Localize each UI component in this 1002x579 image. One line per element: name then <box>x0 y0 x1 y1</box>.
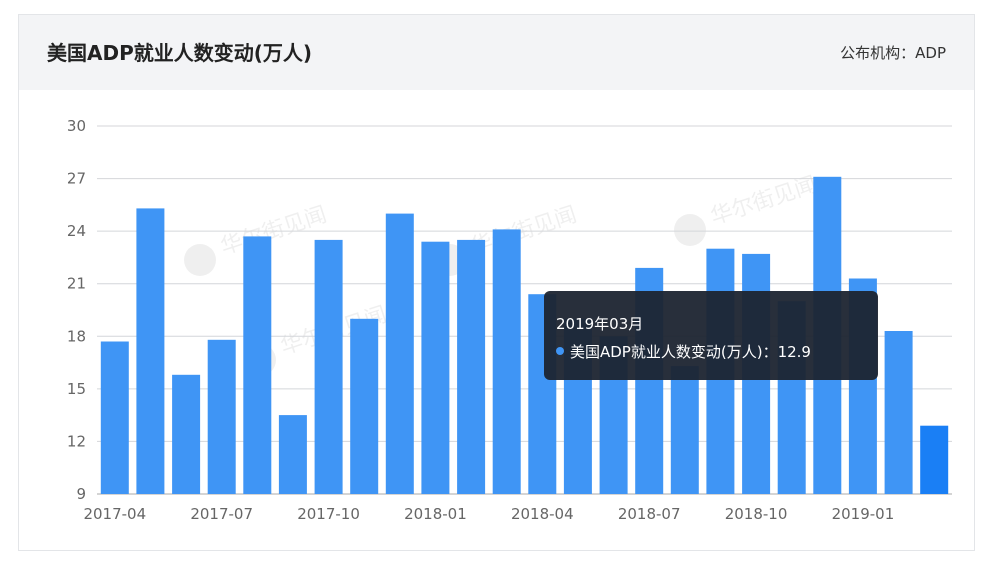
bar[interactable] <box>136 208 165 494</box>
bar[interactable] <box>350 318 379 494</box>
x-tick-label: 2017-07 <box>190 505 253 523</box>
watermark: 华尔街见闻 <box>674 172 820 246</box>
bar[interactable] <box>314 239 343 494</box>
wallstreetcn-logo-icon <box>184 244 216 276</box>
tooltip-value: 12.9 <box>777 343 811 361</box>
chart-tooltip: 2019年03月 美国ADP就业人数变动(万人)：12.9 <box>544 291 878 380</box>
bar[interactable] <box>670 366 699 494</box>
bar[interactable] <box>207 339 236 494</box>
bar[interactable] <box>172 374 201 494</box>
tooltip-title: 2019年03月 <box>556 315 644 333</box>
bar[interactable] <box>385 213 414 494</box>
y-axis-labels: 9 12 15 18 21 24 27 30 <box>67 117 86 503</box>
bar[interactable] <box>920 425 949 494</box>
y-tick-label: 15 <box>67 380 86 398</box>
y-tick-label: 30 <box>67 117 86 135</box>
bar[interactable] <box>100 341 129 495</box>
x-tick-label: 2019-01 <box>832 505 895 523</box>
x-tick-label: 2018-04 <box>511 505 574 523</box>
watermark-text: 华尔街见闻 <box>708 172 820 230</box>
x-tick-label: 2017-04 <box>83 505 146 523</box>
x-tick-label: 2018-10 <box>725 505 788 523</box>
y-tick-label: 18 <box>67 327 86 345</box>
y-tick-label: 27 <box>67 170 86 188</box>
tooltip-series-name: 美国ADP就业人数变动(万人) <box>570 343 763 361</box>
bar[interactable] <box>457 239 486 494</box>
tooltip-row: 美国ADP就业人数变动(万人)：12.9 <box>556 341 811 362</box>
series-dot-icon <box>556 346 564 355</box>
x-tick-label: 2018-07 <box>618 505 681 523</box>
bar[interactable] <box>421 241 450 494</box>
y-tick-label: 24 <box>67 222 86 240</box>
bar-chart: 华尔街见闻华尔街见闻华尔街见闻华尔街见闻 912151821242730 201… <box>67 117 952 523</box>
bar[interactable] <box>243 236 272 494</box>
y-tick-label: 21 <box>67 275 86 293</box>
bar[interactable] <box>492 229 521 494</box>
tooltip-separator: ： <box>762 343 778 361</box>
bar[interactable] <box>278 415 307 494</box>
x-tick-label: 2018-01 <box>404 505 467 523</box>
bar[interactable] <box>884 331 913 494</box>
y-tick-label: 9 <box>76 485 86 503</box>
x-tick-label: 2017-10 <box>297 505 360 523</box>
wallstreetcn-logo-icon <box>674 214 706 246</box>
x-axis: 2017-04 2017-07 2017-10 2018-01 2018-04 2018-… <box>83 505 894 523</box>
y-tick-label: 12 <box>67 432 86 450</box>
